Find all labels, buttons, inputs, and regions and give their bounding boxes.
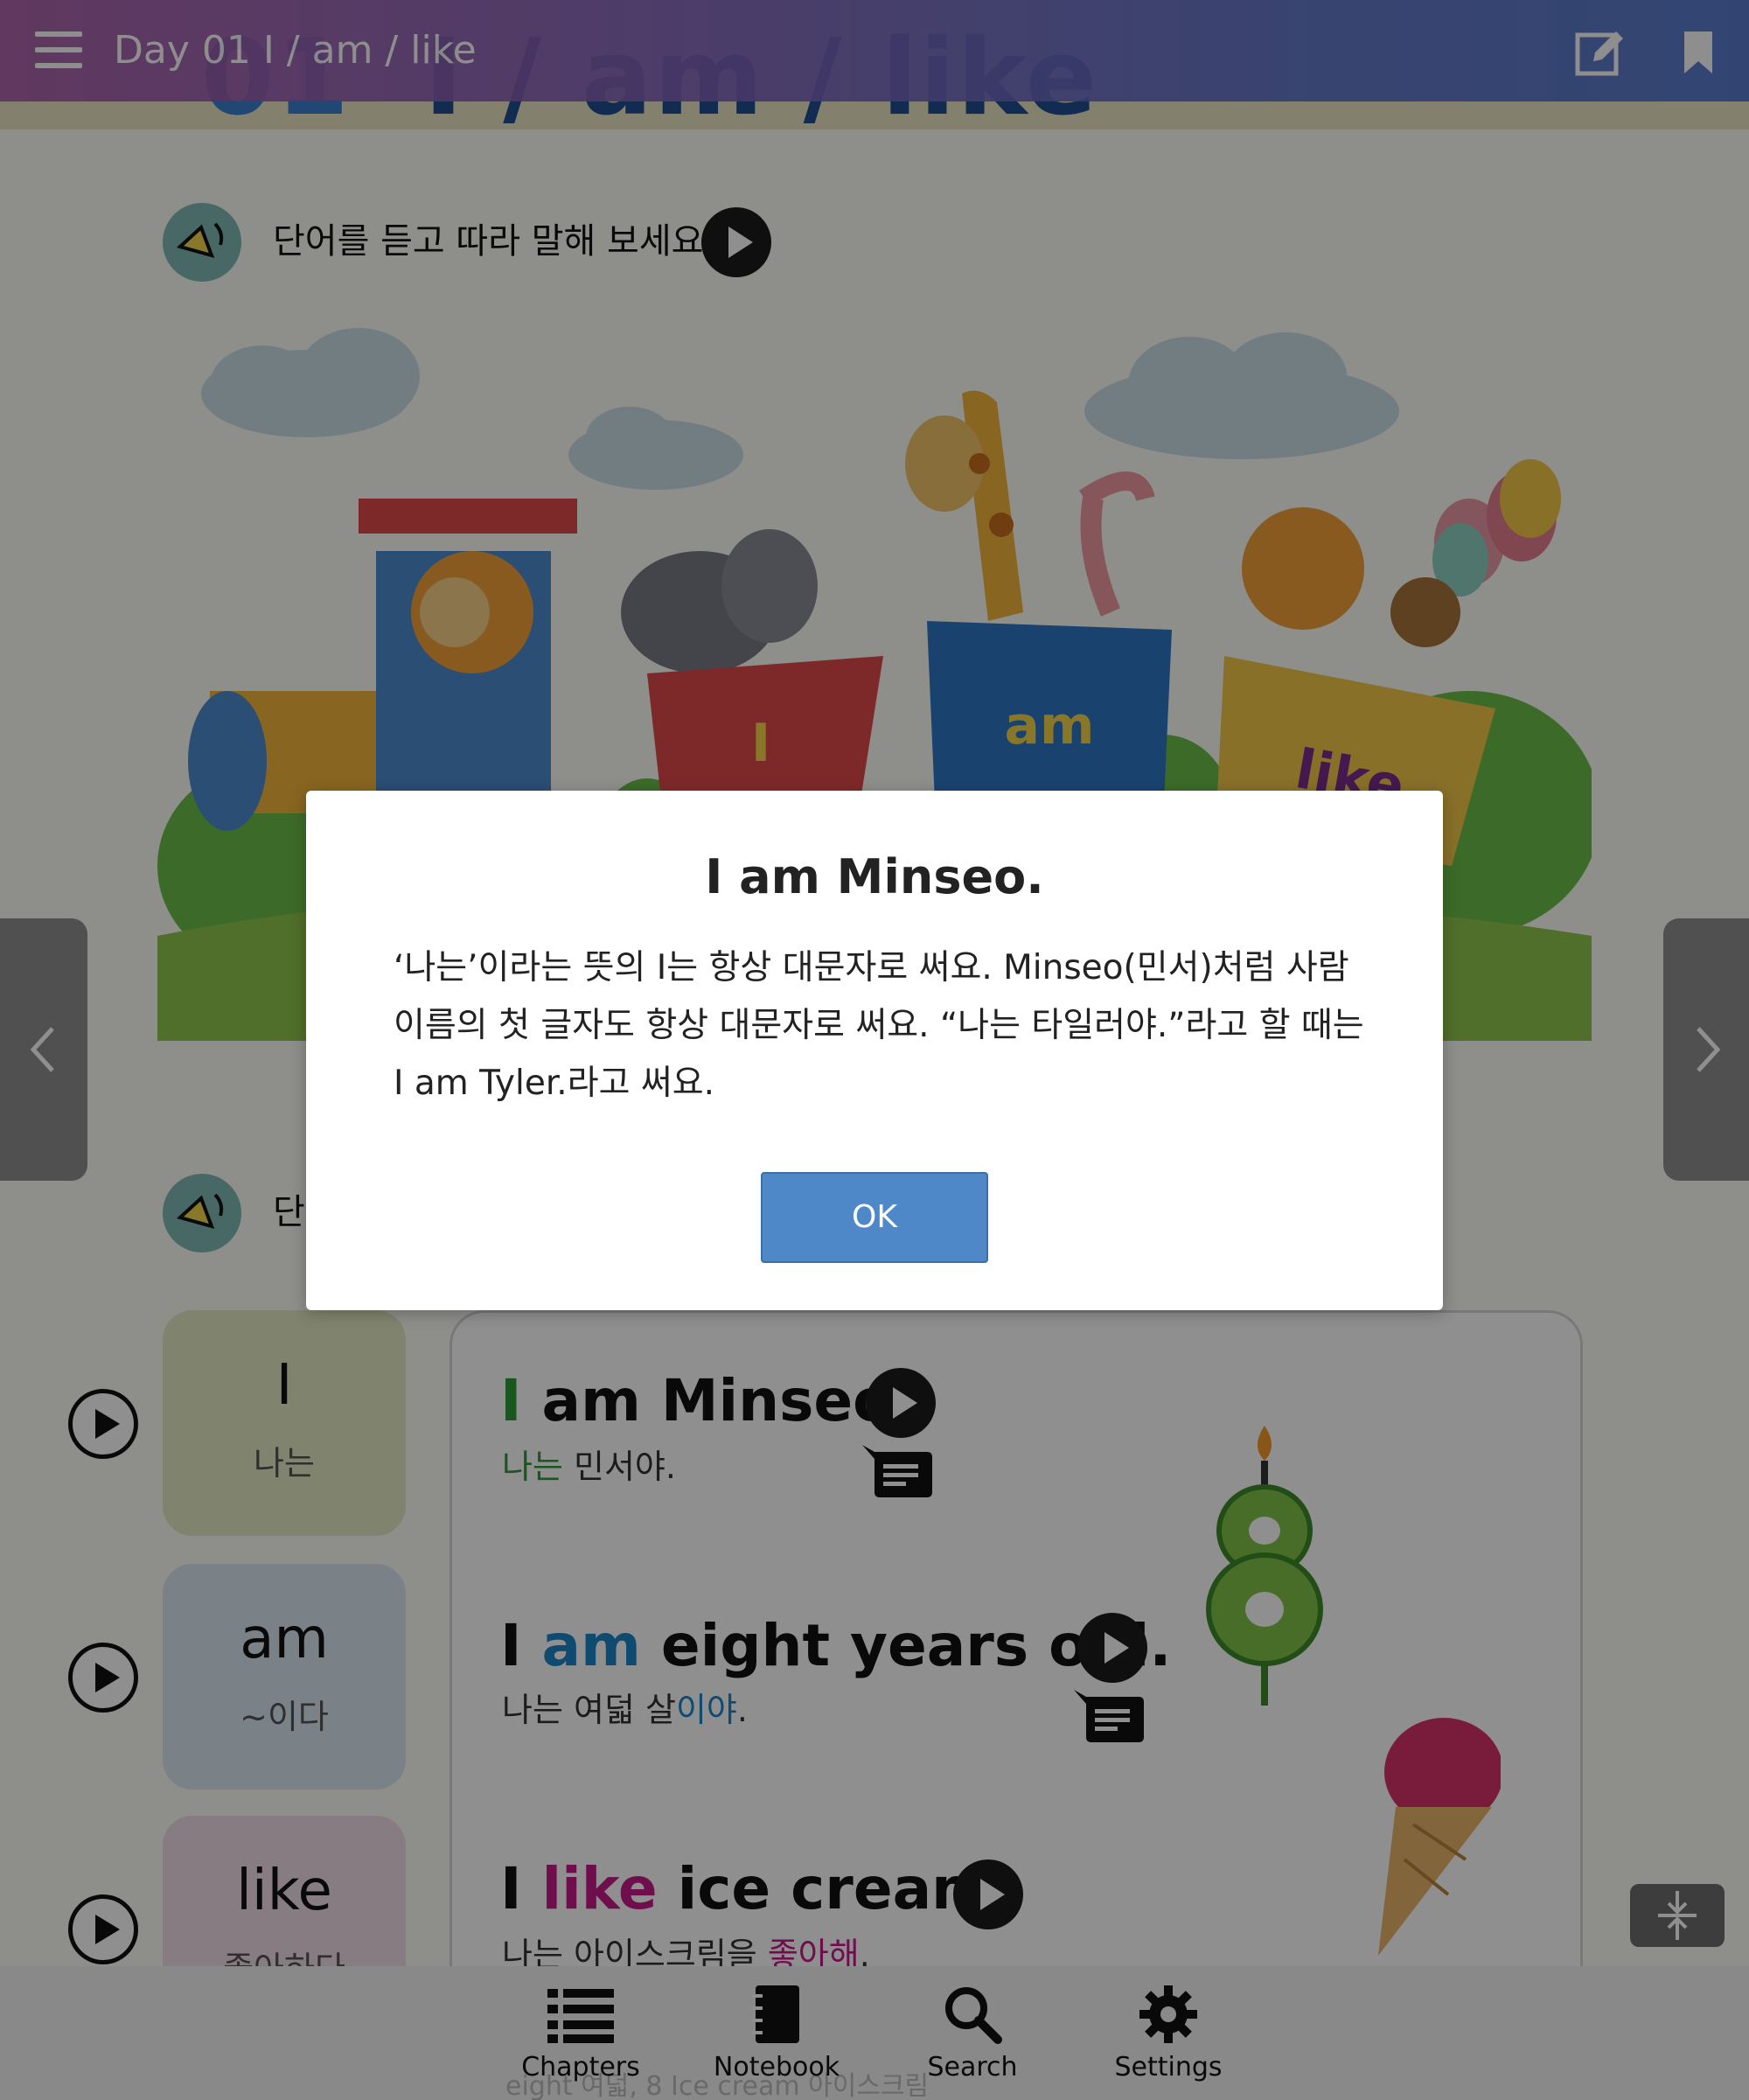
info-dialog: I am Minseo. ‘나는’이라는 뜻의 I는 항상 대문자로 써요. M…	[306, 791, 1443, 1310]
dialog-body-line: 이름의 첫 글자도 항상 대문자로 써요. “나는 타일러야.”라고 할 때는	[394, 1006, 1364, 1045]
dialog-body-line: ‘나는’이라는 뜻의 I는 항상 대문자로 써요. Minseo(민서)처럼 사…	[394, 948, 1349, 987]
ok-button[interactable]: OK	[761, 1172, 988, 1263]
dialog-body: ‘나는’이라는 뜻의 I는 항상 대문자로 써요. Minseo(민서)처럼 사…	[394, 939, 1364, 1113]
dialog-title: I am Minseo.	[705, 849, 1044, 904]
dialog-body-line: I am Tyler.라고 써요.	[394, 1064, 715, 1103]
lesson-page: 01 I / am / like Day 01 I / am / like 단어…	[0, 0, 1749, 2100]
